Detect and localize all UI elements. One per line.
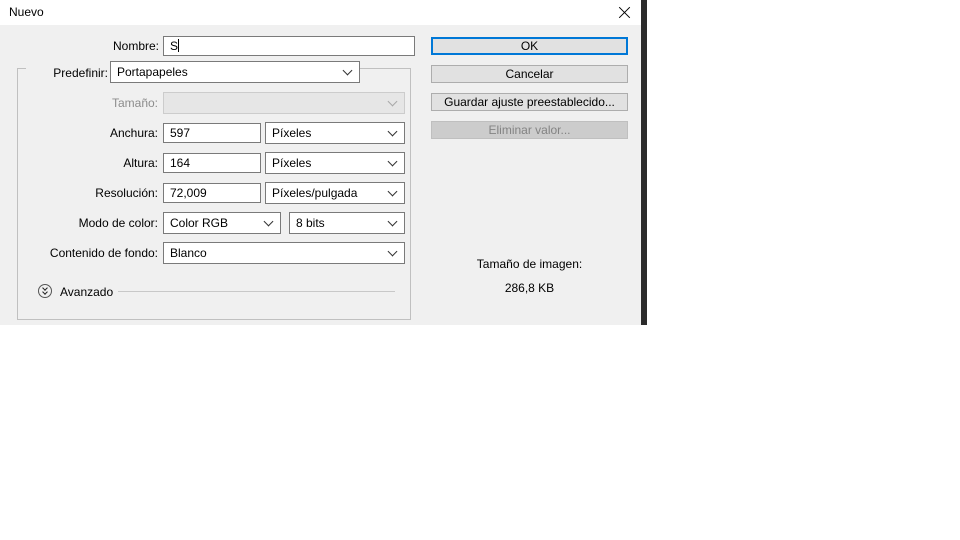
resolution-value: 72,009 [170,186,207,200]
close-icon[interactable] [614,4,636,22]
bit-depth-value: 8 bits [296,216,325,230]
new-document-dialog: Nuevo Nombre: S Predefinir: Portapapeles… [0,0,641,325]
image-size-value: 286,8 KB [504,281,555,295]
size-label: Tamaño: [111,96,158,110]
preset-value: Portapapeles [117,65,188,79]
resolution-unit-select[interactable]: Píxeles/pulgada [265,182,405,204]
resolution-label: Resolución: [95,186,158,200]
dialog-title: Nuevo [9,5,44,19]
size-select[interactable] [163,92,405,114]
expand-double-chevron-icon[interactable] [38,284,52,298]
chevron-down-icon [387,186,398,197]
preset-select[interactable]: Portapapeles [110,61,360,83]
name-input[interactable]: S [163,36,415,56]
ok-button[interactable]: OK [431,37,628,55]
preset-label: Predefinir: [26,66,110,80]
chevron-down-icon [387,246,398,257]
background-right-edge [641,0,647,325]
width-value: 597 [170,126,191,140]
background-label: Contenido de fondo: [49,246,158,260]
chevron-down-icon [387,156,398,167]
color-mode-label: Modo de color: [78,216,158,230]
image-size-label: Tamaño de imagen: [476,257,583,271]
width-input[interactable]: 597 [163,123,261,143]
height-unit-value: Píxeles [272,156,312,170]
name-label: Nombre: [112,39,159,53]
color-mode-select[interactable]: Color RGB [163,212,281,234]
color-mode-value: Color RGB [170,216,229,230]
background-select[interactable]: Blanco [163,242,405,264]
resolution-unit-value: Píxeles/pulgada [272,186,358,200]
background-value: Blanco [170,246,207,260]
chevron-down-icon [263,216,274,227]
chevron-down-icon [387,126,398,137]
chevron-down-icon [342,65,353,76]
height-label: Altura: [123,156,158,170]
height-unit-select[interactable]: Píxeles [265,152,405,174]
resolution-input[interactable]: 72,009 [163,183,261,203]
width-unit-value: Píxeles [272,126,312,140]
bit-depth-select[interactable]: 8 bits [289,212,405,234]
text-caret [178,39,180,52]
delete-preset-button[interactable]: Eliminar valor... [431,121,628,139]
advanced-toggle[interactable]: Avanzado [60,285,113,299]
chevron-down-icon [387,216,398,227]
name-value: S [170,39,179,53]
advanced-divider [118,291,395,292]
cancel-button[interactable]: Cancelar [431,65,628,83]
height-value: 164 [170,156,191,170]
save-preset-button[interactable]: Guardar ajuste preestablecido... [431,93,628,111]
height-input[interactable]: 164 [163,153,261,173]
title-bar: Nuevo [0,0,641,25]
width-unit-select[interactable]: Píxeles [265,122,405,144]
width-label: Anchura: [109,126,158,140]
chevron-down-icon [387,96,398,107]
